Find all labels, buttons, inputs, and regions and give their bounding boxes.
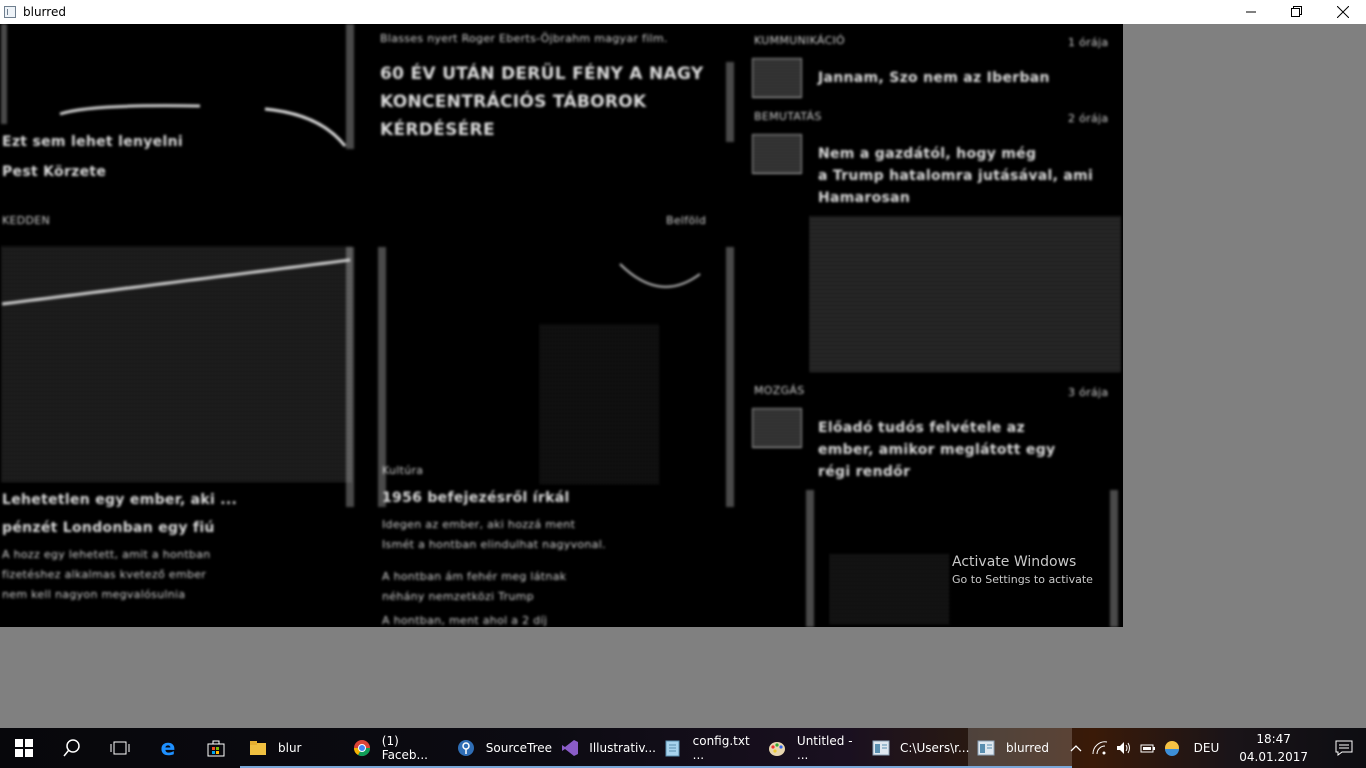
paint-icon xyxy=(768,738,787,758)
window-icon xyxy=(976,738,996,758)
edge-button[interactable]: e xyxy=(144,728,192,768)
window-icon xyxy=(4,6,16,18)
restore-button[interactable] xyxy=(1274,0,1320,24)
cmd-icon xyxy=(872,738,890,758)
show-hidden-icons-button[interactable] xyxy=(1064,728,1088,768)
task-view-icon xyxy=(110,741,130,755)
minimize-button[interactable] xyxy=(1228,0,1274,24)
store-button[interactable] xyxy=(192,728,240,768)
wifi-icon xyxy=(1092,741,1107,755)
chrome-icon xyxy=(352,738,372,758)
chevron-up-icon xyxy=(1070,745,1082,752)
search-icon xyxy=(63,739,80,757)
close-icon xyxy=(1337,6,1349,18)
taskbar-app-notepad[interactable]: config.txt ... xyxy=(656,728,760,768)
blurred-content: Blasses nyert Roger Eberts-Öjbrahm magya… xyxy=(0,24,1123,627)
notepad-icon xyxy=(664,738,683,758)
taskbar-app-visual-studio[interactable]: Illustrativ... xyxy=(552,728,656,768)
action-center-button[interactable] xyxy=(1322,728,1366,768)
window-controls xyxy=(1228,0,1366,24)
activate-windows-watermark: Activate Windows Go to Settings to activ… xyxy=(952,554,1093,586)
taskbar-app-blurred[interactable]: blurred xyxy=(968,728,1072,768)
weather-button[interactable] xyxy=(1160,728,1184,768)
visual-studio-icon xyxy=(560,738,579,758)
folder-icon xyxy=(248,738,268,758)
restore-icon xyxy=(1291,6,1302,17)
weather-icon xyxy=(1164,741,1179,756)
volume-button[interactable] xyxy=(1112,728,1136,768)
task-view-button[interactable] xyxy=(96,728,144,768)
image-artefacts xyxy=(1,104,701,306)
minimize-icon xyxy=(1246,11,1256,13)
sourcetree-icon xyxy=(456,738,476,758)
start-button[interactable] xyxy=(0,728,48,768)
battery-icon xyxy=(1140,744,1155,753)
close-button[interactable] xyxy=(1320,0,1366,24)
system-tray: DEU 18:47 04.01.2017 xyxy=(1064,728,1366,768)
search-button[interactable] xyxy=(48,728,96,768)
network-button[interactable] xyxy=(1088,728,1112,768)
notification-icon xyxy=(1335,740,1353,756)
taskbar-app-sourcetree[interactable]: SourceTree xyxy=(448,728,552,768)
input-language[interactable]: DEU xyxy=(1194,741,1220,755)
store-icon xyxy=(207,740,225,757)
speaker-icon xyxy=(1116,742,1130,754)
window-title: blurred xyxy=(23,5,66,19)
taskbar-app-blur[interactable]: blur xyxy=(240,728,344,768)
clock[interactable]: 18:47 04.01.2017 xyxy=(1239,730,1308,766)
taskbar: e blur (1) Faceb... SourceTree Illustrat… xyxy=(0,728,1366,768)
taskbar-app-paint[interactable]: Untitled - ... xyxy=(760,728,864,768)
battery-button[interactable] xyxy=(1136,728,1160,768)
title-bar[interactable]: blurred xyxy=(0,0,1366,24)
windows-logo-icon xyxy=(15,739,33,757)
edge-icon: e xyxy=(160,735,176,761)
blurred-image-canvas: Blasses nyert Roger Eberts-Öjbrahm magya… xyxy=(0,24,1123,627)
taskbar-app-chrome[interactable]: (1) Faceb... xyxy=(344,728,448,768)
taskbar-app-explorer-path[interactable]: C:\Users\r... xyxy=(864,728,969,768)
